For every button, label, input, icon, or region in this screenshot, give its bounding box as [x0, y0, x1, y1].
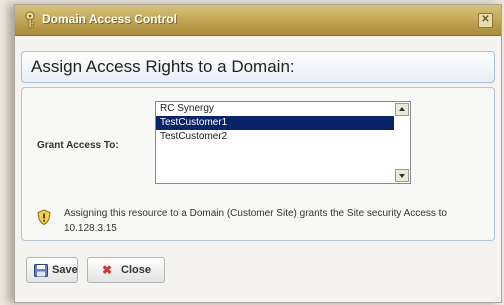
page-title: Assign Access Rights to a Domain:	[31, 57, 295, 76]
scroll-down-button[interactable]	[395, 169, 409, 182]
dialog-title: Domain Access Control	[42, 12, 177, 26]
info-message: Assigning this resource to a Domain (Cus…	[64, 208, 447, 234]
list-item-rc-synergy[interactable]: RC Synergy	[156, 102, 394, 116]
list-item-testcustomer1[interactable]: TestCustomer1	[156, 116, 394, 130]
form-panel: Grant Access To: RC Synergy TestCustomer…	[21, 87, 495, 241]
close-icon[interactable]: ✕	[478, 13, 493, 28]
titlebar[interactable]: Domain Access Control ✕	[15, 5, 501, 36]
shield-info-icon	[37, 209, 51, 225]
heading-box: Assign Access Rights to a Domain:	[21, 51, 495, 83]
domain-listbox[interactable]: RC Synergy TestCustomer1 TestCustomer2	[155, 101, 411, 184]
close-button[interactable]: ✖ Close	[87, 257, 165, 283]
list-item-testcustomer2[interactable]: TestCustomer2	[156, 130, 394, 144]
close-button-label: Close	[121, 264, 151, 276]
close-x-icon: ✖	[102, 263, 113, 277]
save-button-label: Save	[52, 264, 78, 276]
save-icon	[34, 264, 48, 277]
grant-access-label: Grant Access To:	[37, 140, 119, 151]
save-button[interactable]: Save	[26, 257, 78, 283]
dialog-window: Domain Access Control ✕ Assign Access Ri…	[14, 4, 502, 303]
scroll-up-button[interactable]	[395, 103, 409, 116]
key-icon	[25, 11, 35, 29]
